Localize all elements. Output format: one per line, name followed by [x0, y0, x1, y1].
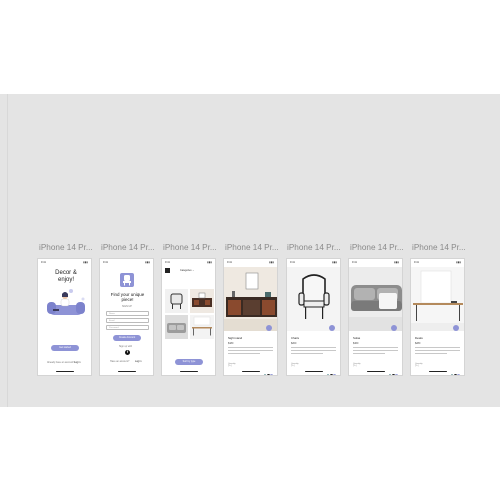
- login-link[interactable]: Log in: [135, 360, 142, 363]
- password-field[interactable]: Password: [106, 325, 149, 330]
- frame-label-7[interactable]: iPhone 14 Pr...: [412, 243, 468, 252]
- sort-by-type-button[interactable]: Sort by type: [175, 359, 203, 365]
- email-field[interactable]: Email: [106, 318, 149, 323]
- status-bar: 9:41 ▮▮▮: [290, 261, 337, 264]
- phone-frame-product-chairs[interactable]: 9:41 ▮▮▮ Chairs $200 Quantity [1+]: [286, 258, 341, 376]
- favorite-icon[interactable]: [329, 325, 335, 331]
- categories-dropdown[interactable]: Categories ⌄: [180, 269, 194, 272]
- phone-frame-product-nightstand[interactable]: 9:41 ▮▮▮ Night stand $180 Quantity [1+]: [223, 258, 278, 376]
- status-bar: 9:41 ▮▮▮: [165, 261, 212, 264]
- product-price: $280: [415, 342, 421, 345]
- phone-frame-welcome[interactable]: 9:41 ▮▮▮ Decor & enjoy! Get started Alrea…: [37, 258, 92, 376]
- frame-label-1[interactable]: iPhone 14 Pr...: [39, 243, 95, 252]
- facebook-icon[interactable]: f: [125, 350, 130, 355]
- product-description: [415, 347, 460, 359]
- product-price: $200: [291, 342, 297, 345]
- armchair-thumb: [170, 293, 183, 309]
- status-bar: 9:41 ▮▮▮: [227, 261, 274, 264]
- chair-logo-icon: [120, 273, 134, 287]
- name-field[interactable]: Name: [106, 311, 149, 316]
- home-indicator: [242, 370, 260, 372]
- person-on-sofa-illustration: [47, 289, 85, 315]
- favorite-icon[interactable]: [453, 325, 459, 331]
- welcome-title: Decor & enjoy!: [55, 270, 77, 283]
- sofa-thumb: [167, 323, 186, 333]
- armchair-photo: [287, 267, 340, 331]
- canvas-divider: [7, 94, 8, 407]
- signup-title: Find your unique piece!: [110, 292, 145, 302]
- home-indicator: [180, 370, 198, 372]
- product-description: [291, 347, 336, 359]
- category-tile-chairs[interactable]: [165, 289, 188, 313]
- desk-photo: [411, 267, 464, 331]
- frame-label-3[interactable]: iPhone 14 Pr...: [163, 243, 219, 252]
- phone-frame-product-sofas[interactable]: 9:41 ▮▮▮ Sofas $460 Quantity [1+]: [348, 258, 403, 376]
- category-tile-sofas[interactable]: [165, 315, 188, 339]
- category-tile-desks[interactable]: [190, 315, 214, 339]
- nightstand-photo: [224, 267, 277, 331]
- quantity-stepper[interactable]: [1+]: [228, 365, 231, 367]
- favorite-icon[interactable]: [266, 325, 272, 331]
- home-indicator: [305, 370, 323, 372]
- product-name: Desks: [415, 336, 423, 340]
- quantity-stepper[interactable]: [1+]: [353, 365, 356, 367]
- get-started-button[interactable]: Get started: [51, 345, 79, 351]
- status-bar: 9:41 ▮▮▮: [414, 261, 461, 264]
- quantity-stepper[interactable]: [1+]: [291, 365, 294, 367]
- desk-thumb: [192, 316, 212, 336]
- home-indicator: [118, 370, 136, 372]
- quantity-label: Quantity [1+]: [353, 363, 361, 367]
- quantity-label: Quantity [1+]: [291, 363, 299, 367]
- product-description: [228, 347, 273, 359]
- color-swatches[interactable]: [450, 364, 460, 375]
- quantity-stepper[interactable]: [1+]: [415, 365, 418, 367]
- login-link[interactable]: Log in: [74, 361, 81, 364]
- product-description: [353, 347, 398, 359]
- category-tile-storage[interactable]: [190, 289, 214, 313]
- product-price: $460: [353, 342, 359, 345]
- signup-with-text: Sign up with: [119, 345, 133, 348]
- product-name: Sofas: [353, 336, 361, 340]
- create-account-button[interactable]: Create Account: [113, 335, 141, 341]
- home-indicator: [56, 370, 74, 372]
- home-indicator: [367, 370, 385, 372]
- quantity-label: Quantity [1+]: [415, 363, 423, 367]
- quantity-label: Quantity [1+]: [228, 363, 236, 367]
- home-indicator: [429, 370, 447, 372]
- color-swatches[interactable]: [263, 364, 273, 375]
- product-price: $180: [228, 342, 234, 345]
- phone-frame-product-desks[interactable]: 9:41 ▮▮▮ Desks $280 Quantity [1+]: [410, 258, 465, 376]
- status-bar: 9:41 ▮▮▮: [103, 261, 150, 264]
- frame-label-2[interactable]: iPhone 14 Pr...: [101, 243, 157, 252]
- frame-label-5[interactable]: iPhone 14 Pr...: [287, 243, 343, 252]
- phone-frame-signup[interactable]: 9:41 ▮▮▮ Find your unique piece! SIGN UP …: [99, 258, 154, 376]
- phone-frame-categories[interactable]: 9:41 ▮▮▮ Categories ⌄ Sort by type: [161, 258, 216, 376]
- menu-icon[interactable]: [165, 268, 170, 273]
- sofa-photo: [349, 267, 402, 331]
- product-name: Night stand: [228, 336, 243, 340]
- frame-label-6[interactable]: iPhone 14 Pr...: [350, 243, 406, 252]
- color-swatches[interactable]: [388, 364, 398, 375]
- color-swatches[interactable]: [326, 364, 336, 375]
- product-name: Chairs: [291, 336, 300, 340]
- status-bar: 9:41 ▮▮▮: [41, 261, 88, 264]
- dresser-thumb: [192, 292, 212, 307]
- frame-label-4[interactable]: iPhone 14 Pr...: [225, 243, 281, 252]
- favorite-icon[interactable]: [391, 325, 397, 331]
- existing-account-text: Already have an account?: [47, 361, 75, 364]
- have-account-text: Have an account?: [110, 360, 130, 363]
- signup-subtitle: SIGN UP: [122, 305, 132, 308]
- status-bar: 9:41 ▮▮▮: [352, 261, 399, 264]
